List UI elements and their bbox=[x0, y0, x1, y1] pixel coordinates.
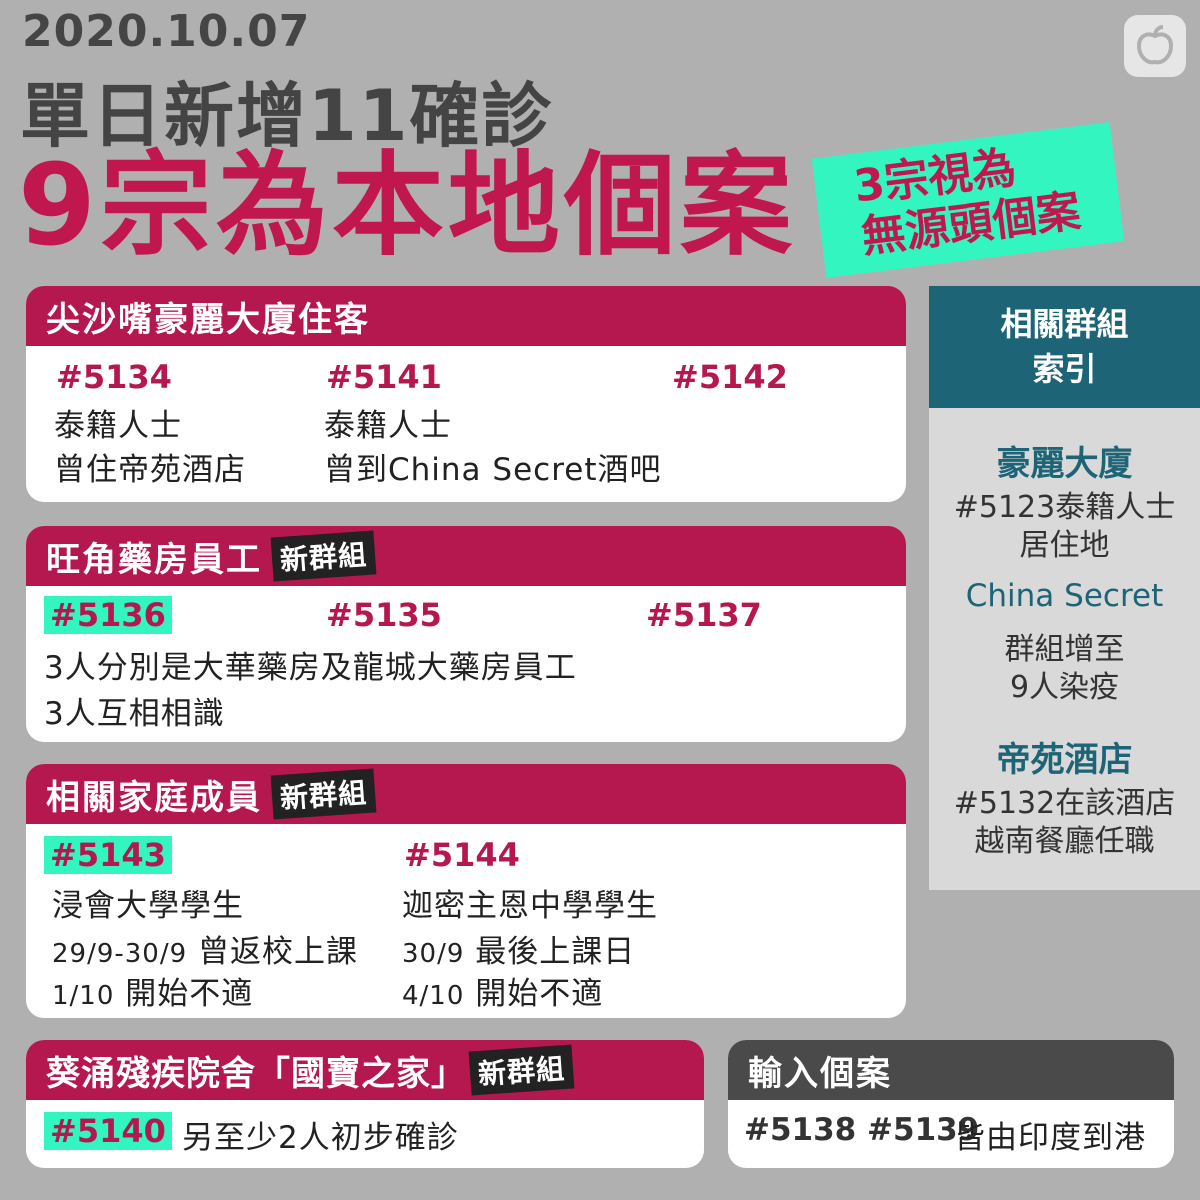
case-5142: #5142 bbox=[672, 358, 788, 396]
card-mk-title: 旺角藥房員工 新群組 bbox=[26, 526, 906, 586]
card-family-title-text: 相關家庭成員 bbox=[46, 777, 262, 818]
case-5141: #5141 bbox=[326, 358, 442, 396]
sidebar-s1-title: 豪麗大廈 bbox=[996, 444, 1133, 484]
card-tst-title: 尖沙嘴豪麗大廈住客 bbox=[26, 286, 906, 346]
sidebar-header-line2: 索引 bbox=[1032, 350, 1097, 388]
card-imported: 輸入個案 #5138 #5139 皆由印度到港 bbox=[728, 1040, 1174, 1168]
kc-line1: 另至少2人初步確診 bbox=[182, 1120, 459, 1156]
case-5144-date1: 30/9 bbox=[402, 939, 465, 969]
case-5134-line2: 曾住帝苑酒店 bbox=[54, 452, 246, 488]
case-5141-line2: 曾到China Secret酒吧 bbox=[324, 452, 662, 488]
card-family-title: 相關家庭成員 新群組 bbox=[26, 764, 906, 824]
case-5143-line1: 浸會大學學生 bbox=[52, 888, 244, 924]
sidebar-s2-line2: 9人染疫 bbox=[1009, 670, 1120, 705]
case-5143-line3: 1/10 開始不適 bbox=[52, 968, 253, 1013]
case-5134: #5134 bbox=[56, 358, 172, 396]
card-tst-cluster: 尖沙嘴豪麗大廈住客 #5134 泰籍人士 曾住帝苑酒店 #5141 泰籍人士 曾… bbox=[26, 286, 906, 502]
case-5144-date1-text: 最後上課日 bbox=[475, 934, 636, 970]
local-cases-title: 9宗為本地個案 bbox=[18, 141, 796, 271]
untraced-tag: 3宗視為 無源頭個案 bbox=[811, 122, 1125, 278]
case-5143-date2: 1/10 bbox=[52, 981, 115, 1011]
card-kc-title-text: 葵涌殘疾院舍「國寶之家」 bbox=[46, 1053, 466, 1094]
case-5135: #5135 bbox=[326, 596, 442, 634]
sidebar-s3-title: 帝苑酒店 bbox=[996, 740, 1133, 780]
sidebar-index: 豪麗大廈 #5123泰籍人士 居住地 China Secret 群組增至 9人染… bbox=[929, 408, 1200, 890]
sidebar-s1-line2: 居住地 bbox=[1019, 528, 1110, 563]
mk-line1: 3人分別是大華藥房及龍城大藥房員工 bbox=[44, 650, 577, 686]
sidebar-header: 相關群組 索引 bbox=[929, 286, 1200, 408]
new-cluster-tag: 新群組 bbox=[468, 1044, 575, 1096]
date: 2020.10.07 bbox=[22, 6, 311, 57]
case-5143-date2-text: 開始不適 bbox=[125, 976, 254, 1012]
new-cluster-tag: 新群組 bbox=[270, 530, 377, 582]
card-mk-title-text: 旺角藥房員工 bbox=[46, 539, 262, 580]
sidebar-s2-title: China Secret bbox=[965, 578, 1164, 614]
card-imported-title: 輸入個案 bbox=[728, 1040, 1174, 1100]
case-5143-date1-text: 曾返校上課 bbox=[198, 934, 359, 970]
card-family-cluster: 相關家庭成員 新群組 #5143 浸會大學學生 29/9-30/9 曾返校上課 … bbox=[26, 764, 906, 1018]
case-5143-date1: 29/9-30/9 bbox=[52, 939, 188, 969]
card-kc-cluster: 葵涌殘疾院舍「國寶之家」 新群組 #5140 另至少2人初步確診 bbox=[26, 1040, 704, 1168]
mk-line2: 3人互相相識 bbox=[44, 696, 225, 732]
case-5144-line1: 迦密主恩中學學生 bbox=[402, 888, 658, 924]
sidebar-s3-line2: 越南餐廳任職 bbox=[974, 824, 1155, 859]
new-cluster-tag: 新群組 bbox=[270, 768, 377, 820]
case-5144: #5144 bbox=[404, 836, 520, 874]
case-5143: #5143 bbox=[44, 836, 172, 874]
case-5144-date2-text: 開始不適 bbox=[475, 976, 604, 1012]
case-5134-line1: 泰籍人士 bbox=[54, 408, 182, 444]
imported-line1: 皆由印度到港 bbox=[954, 1120, 1146, 1156]
sidebar-header-line1: 相關群組 bbox=[1000, 305, 1129, 344]
card-mk-cluster: 旺角藥房員工 新群組 #5136 #5135 #5137 3人分別是大華藥房及龍… bbox=[26, 526, 906, 742]
case-5140: #5140 bbox=[44, 1112, 172, 1150]
case-5144-line2: 30/9 最後上課日 bbox=[402, 926, 635, 971]
case-5144-date2: 4/10 bbox=[402, 981, 465, 1011]
apple-logo-icon bbox=[1124, 15, 1186, 77]
case-5143-line2: 29/9-30/9 曾返校上課 bbox=[52, 926, 358, 971]
case-5141-line1: 泰籍人士 bbox=[324, 408, 452, 444]
imported-ids: #5138 #5139 bbox=[744, 1112, 980, 1148]
case-5137: #5137 bbox=[646, 596, 762, 634]
card-kc-title: 葵涌殘疾院舍「國寶之家」 新群組 bbox=[26, 1040, 704, 1100]
case-5144-line3: 4/10 開始不適 bbox=[402, 968, 603, 1013]
case-5136: #5136 bbox=[44, 596, 172, 634]
